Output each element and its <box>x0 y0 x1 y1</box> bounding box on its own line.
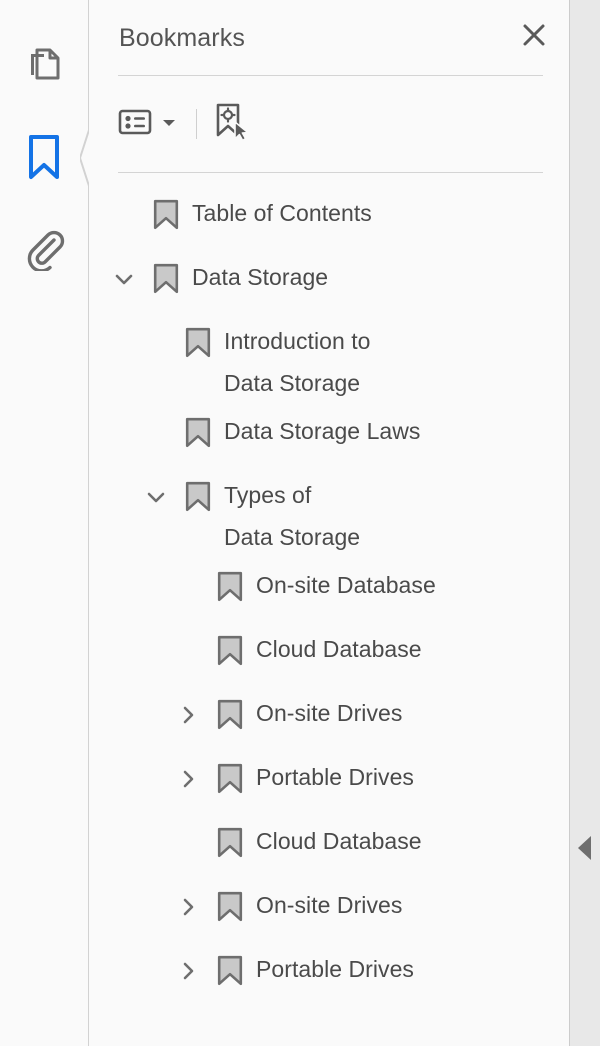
chevron-down-icon <box>162 115 176 133</box>
bookmarks-panel: Bookmarks <box>89 0 569 1046</box>
bookmark-icon <box>217 699 243 729</box>
bookmark-label: Data Storage Laws <box>224 404 420 452</box>
header-separator <box>118 75 543 76</box>
paperclip-icon <box>23 229 65 271</box>
bookmark-icon <box>153 263 179 293</box>
rail-item-attachments[interactable] <box>18 224 70 276</box>
page-title: Bookmarks <box>119 24 245 53</box>
bookmark-node[interactable]: Data Storage <box>89 250 569 314</box>
bookmark-icon <box>217 827 243 857</box>
bookmark-icon <box>217 955 243 985</box>
bookmark-icon <box>185 417 211 447</box>
bookmark-icon <box>185 481 211 511</box>
bookmark-tree[interactable]: Table of Contents Data Storage Introductio… <box>89 186 569 1046</box>
new-bookmark-button[interactable] <box>213 102 251 147</box>
bookmark-node[interactable]: Portable Drives <box>89 942 569 1006</box>
bookmark-label: Introduction to Data Storage <box>224 314 371 404</box>
chevron-right-icon[interactable] <box>175 766 201 792</box>
bookmark-node[interactable]: Data Storage Laws <box>89 404 569 468</box>
bookmarks-toolbar <box>89 96 251 152</box>
rail-item-page-thumbnails[interactable] <box>18 38 70 90</box>
bookmark-icon <box>217 763 243 793</box>
page-thumbnails-icon <box>24 44 64 84</box>
navigation-rail <box>0 0 89 1046</box>
toolbar-divider <box>196 109 197 139</box>
bookmark-node[interactable]: Cloud Database <box>89 622 569 686</box>
bookmark-node[interactable]: Table of Contents <box>89 186 569 250</box>
panel-resize-strip <box>569 0 600 1046</box>
close-icon <box>520 21 548 54</box>
bookmark-label: On-site Database <box>256 558 436 606</box>
rail-item-bookmarks[interactable] <box>18 131 70 183</box>
bookmark-label: Portable Drives <box>256 750 414 798</box>
bookmarks-panel-window: Bookmarks <box>0 0 600 1046</box>
bookmark-label: On-site Drives <box>256 686 402 734</box>
bookmark-label: Portable Drives <box>256 942 414 990</box>
bookmark-node[interactable]: On-site Database <box>89 558 569 622</box>
bookmark-label: Types of Data Storage <box>224 468 360 558</box>
close-button[interactable] <box>517 20 551 54</box>
toolbar-separator <box>118 172 543 173</box>
bookmark-icon <box>185 327 211 357</box>
bookmark-node[interactable]: Portable Drives <box>89 750 569 814</box>
bookmark-label: Data Storage <box>192 250 328 298</box>
bookmark-node[interactable]: On-site Drives <box>89 878 569 942</box>
chevron-right-icon[interactable] <box>175 702 201 728</box>
bookmark-icon <box>217 571 243 601</box>
bookmark-label: On-site Drives <box>256 878 402 926</box>
chevron-right-icon[interactable] <box>175 958 201 984</box>
chevron-down-icon[interactable] <box>143 484 169 510</box>
bookmark-node[interactable]: Types of Data Storage <box>89 468 569 558</box>
list-options-icon <box>118 108 152 141</box>
chevron-down-icon[interactable] <box>111 266 137 292</box>
bookmark-node[interactable]: Introduction to Data Storage <box>89 314 569 404</box>
chevron-right-icon[interactable] <box>175 894 201 920</box>
new-bookmark-icon <box>213 102 251 147</box>
bookmark-icon <box>217 635 243 665</box>
bookmark-options-button[interactable] <box>118 108 176 141</box>
collapse-panel-handle[interactable] <box>578 836 591 860</box>
bookmark-node[interactable]: On-site Drives <box>89 686 569 750</box>
bookmark-label: Table of Contents <box>192 186 372 234</box>
bookmark-label: Cloud Database <box>256 814 422 862</box>
bookmark-label: Cloud Database <box>256 622 422 670</box>
bookmark-node[interactable]: Cloud Database <box>89 814 569 878</box>
bookmark-icon <box>153 199 179 229</box>
bookmark-icon <box>217 891 243 921</box>
panel-header: Bookmarks <box>89 0 569 72</box>
bookmark-icon <box>27 134 61 180</box>
